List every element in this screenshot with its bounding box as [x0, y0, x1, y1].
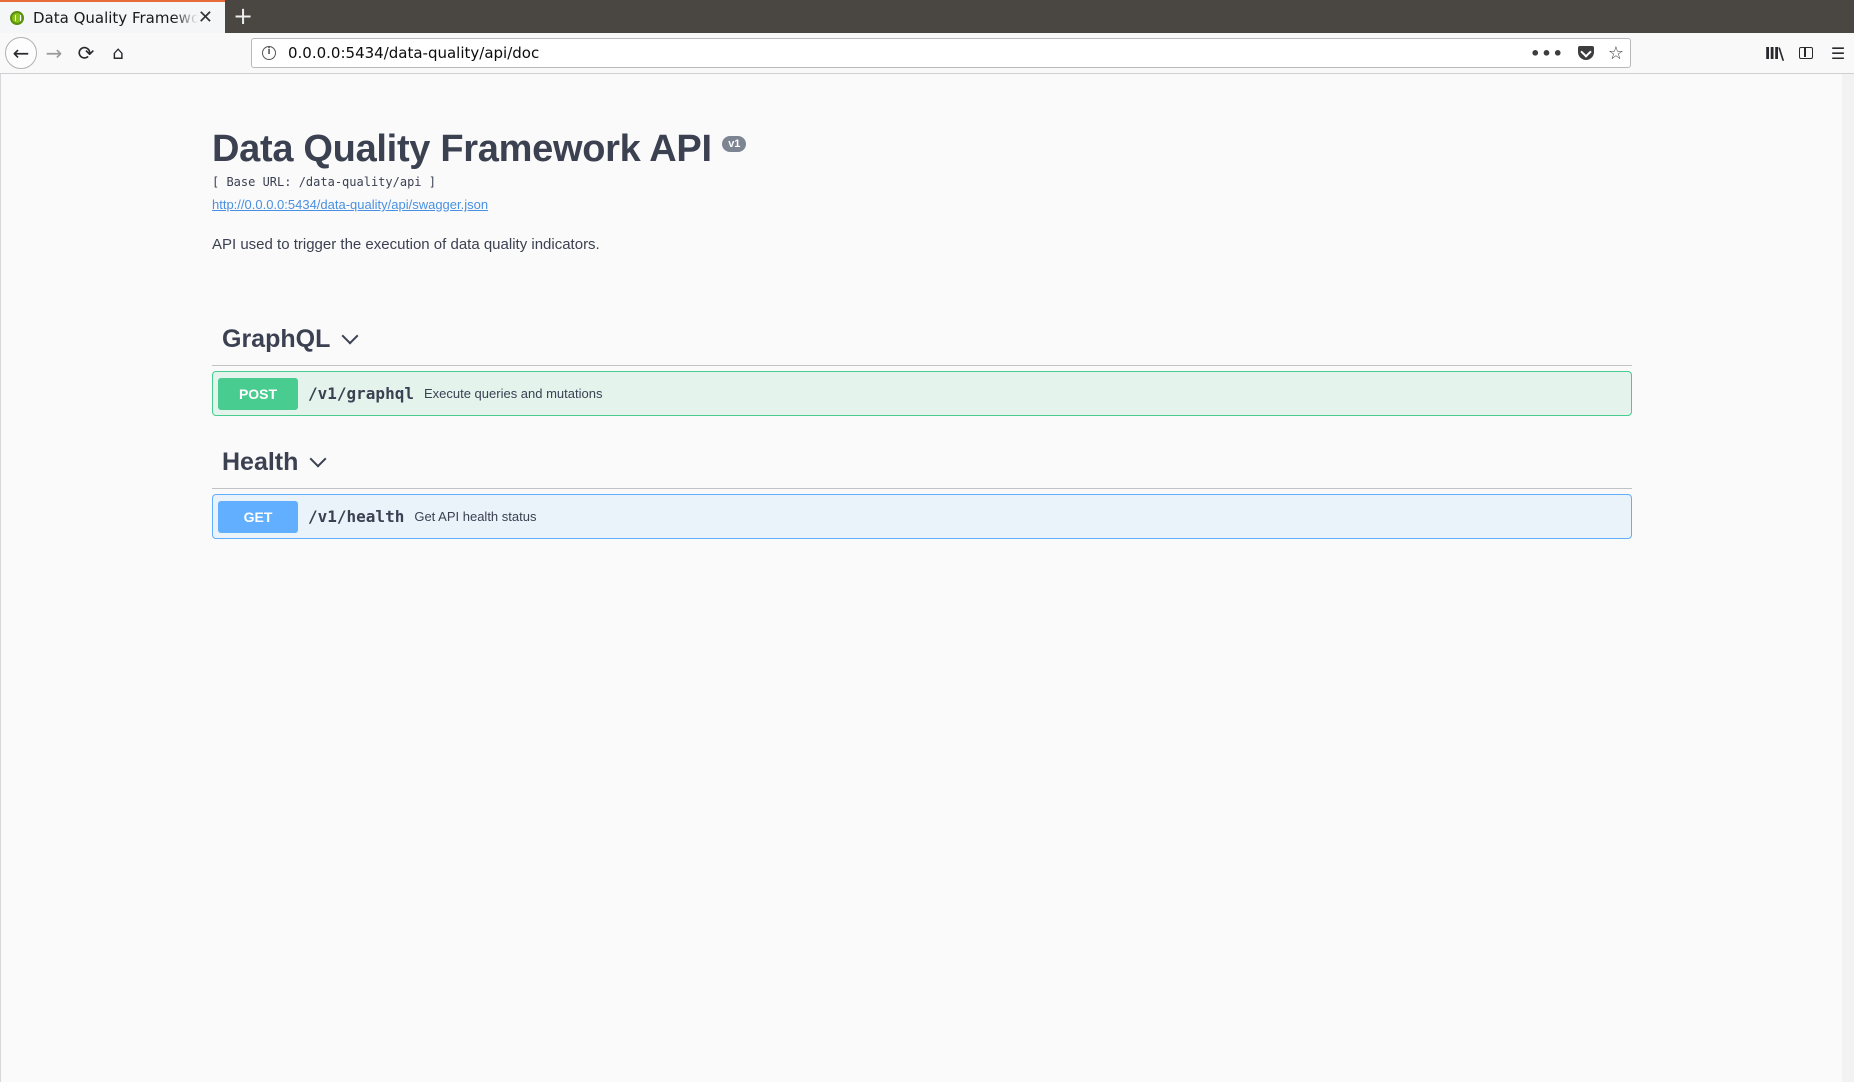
tag-header-graphql[interactable]: GraphQL [212, 314, 1632, 366]
forward-arrow-icon[interactable]: → [38, 37, 70, 69]
base-url: [ Base URL: /data-quality/api ] [212, 175, 436, 189]
tag-section-graphql: GraphQL POST /v1/graphql Execute queries… [212, 314, 1632, 416]
method-badge: GET [218, 500, 298, 533]
chevron-down-icon[interactable] [341, 327, 359, 344]
new-tab-icon[interactable]: + [233, 2, 253, 30]
tab-strip: Data Quality Framework API ✕ + [0, 0, 1854, 33]
tag-header-health[interactable]: Health [212, 437, 1632, 489]
operation-path: /v1/graphql [308, 384, 414, 403]
tag-name: Health [222, 448, 299, 476]
close-tab-icon[interactable]: ✕ [198, 8, 213, 28]
site-info-icon[interactable]: i [262, 46, 276, 60]
bookmark-star-icon[interactable]: ☆ [1608, 43, 1624, 64]
tag-section-health: Health GET /v1/health Get API health sta… [212, 437, 1632, 539]
operation-post-graphql[interactable]: POST /v1/graphql Execute queries and mut… [212, 371, 1632, 416]
operation-path: /v1/health [308, 507, 405, 526]
reload-icon[interactable]: ⟳ [70, 37, 102, 69]
back-arrow-icon[interactable]: ← [5, 37, 37, 69]
operation-get-health[interactable]: GET /v1/health Get API health status [212, 494, 1632, 539]
scrollbar[interactable] [1842, 74, 1854, 1082]
tab-title: Data Quality Framework API [33, 8, 198, 27]
toolbar-right: lll\ ☰ [1758, 33, 1854, 73]
operation-summary: Execute queries and mutations [423, 386, 603, 401]
pocket-icon[interactable] [1577, 46, 1594, 60]
url-text[interactable]: 0.0.0.0:5434/data-quality/api/doc [288, 44, 539, 62]
browser-tab[interactable]: Data Quality Framework API ✕ [0, 0, 225, 33]
swagger-json-link[interactable]: http://0.0.0.0:5434/data-quality/api/swa… [212, 197, 1632, 212]
version-badge: v1 [722, 136, 747, 152]
menu-icon[interactable]: ☰ [1822, 44, 1854, 63]
page-title: Data Quality Framework API [212, 128, 712, 170]
api-info: Data Quality Framework API v1 [ Base URL… [212, 128, 1632, 253]
tag-name: GraphQL [222, 325, 331, 353]
operation-summary: Get API health status [414, 509, 537, 524]
page-actions-icon[interactable]: ••• [1530, 44, 1564, 63]
chevron-down-icon[interactable] [309, 450, 327, 467]
api-description: API used to trigger the execution of dat… [212, 236, 600, 253]
navigation-toolbar: ← → ⟳ ⌂ i 0.0.0.0:5434/data-quality/api/… [0, 33, 1854, 74]
library-icon[interactable]: lll\ [1758, 44, 1790, 63]
method-badge: POST [218, 377, 298, 410]
address-bar[interactable]: i 0.0.0.0:5434/data-quality/api/doc ••• … [251, 38, 1631, 68]
favicon-icon [10, 10, 24, 25]
home-icon[interactable]: ⌂ [102, 37, 134, 69]
sidebar-toggle-icon[interactable] [1799, 47, 1813, 59]
url-actions: ••• ☆ [1530, 39, 1624, 67]
